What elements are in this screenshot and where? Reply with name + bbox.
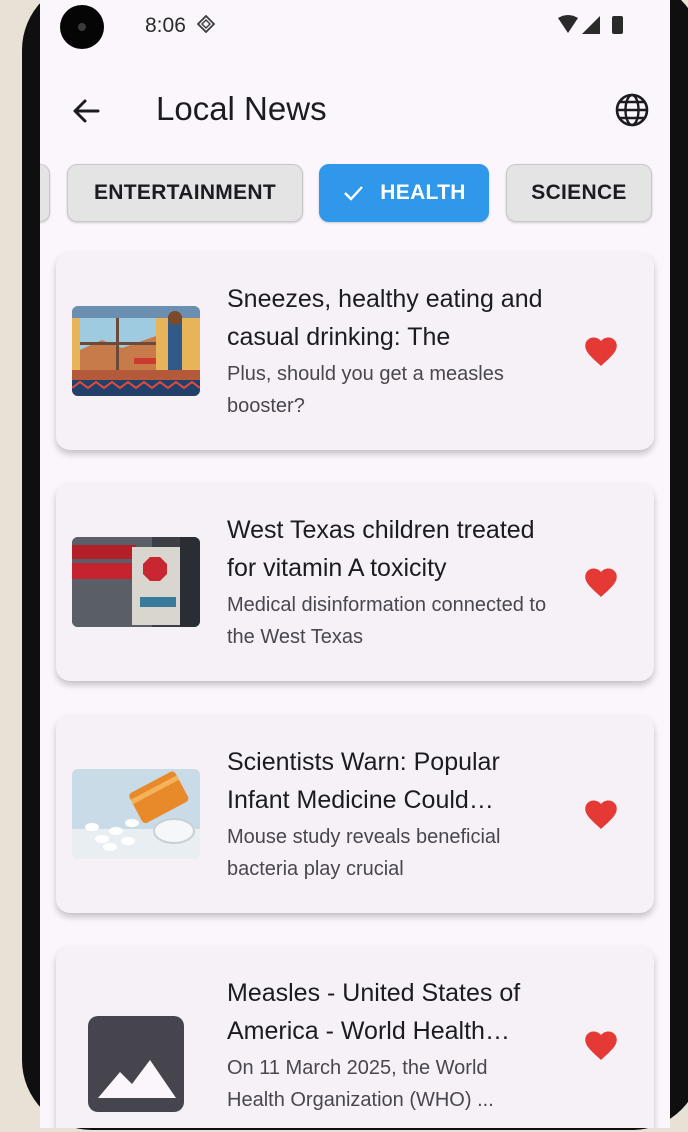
- favorite-heart-icon[interactable]: [583, 565, 619, 599]
- favorite-heart-icon[interactable]: [583, 1028, 619, 1062]
- article-thumbnail: [72, 537, 200, 627]
- chip-label: HEALTH: [380, 181, 466, 204]
- back-arrow-icon[interactable]: [66, 91, 106, 131]
- article-text: Measles - United States of America - Wor…: [227, 974, 547, 1116]
- globe-icon[interactable]: [614, 92, 650, 128]
- article-subtitle: On 11 March 2025, the World Health Organ…: [227, 1057, 494, 1111]
- chip-label: SCIENCE: [531, 181, 627, 204]
- article-card[interactable]: Sneezes, healthy eating and casual drink…: [56, 252, 654, 450]
- article-title: Sneezes, healthy eating and casual drink…: [227, 285, 543, 351]
- article-card[interactable]: Scientists Warn: Popular Infant Medicine…: [56, 715, 654, 913]
- image-placeholder-icon: [88, 1016, 184, 1112]
- article-subtitle: Plus, should you get a measles booster?: [227, 363, 504, 417]
- wifi-icon: [558, 15, 578, 33]
- battery-icon: [612, 16, 623, 34]
- article-thumbnail: [72, 306, 200, 396]
- article-title: Measles - United States of America - Wor…: [227, 979, 521, 1045]
- status-bar: 8:06: [40, 0, 670, 52]
- category-chips: ENTERTAINMENT HEALTH SCIENCE: [40, 164, 670, 226]
- article-card[interactable]: West Texas children treated for vitamin …: [56, 483, 654, 681]
- chip-health[interactable]: HEALTH: [319, 164, 489, 222]
- article-subtitle: Mouse study reveals beneficial bacteria …: [227, 826, 501, 880]
- chip-entertainment[interactable]: ENTERTAINMENT: [67, 164, 303, 222]
- check-icon: [344, 186, 364, 201]
- camera-cutout: [60, 5, 104, 49]
- chip-science[interactable]: SCIENCE: [506, 164, 652, 222]
- sync-diamond-icon: [197, 15, 215, 33]
- article-text: Sneezes, healthy eating and casual drink…: [227, 280, 547, 422]
- article-text: West Texas children treated for vitamin …: [227, 511, 547, 653]
- article-card[interactable]: Measles - United States of America - Wor…: [56, 946, 654, 1128]
- favorite-heart-icon[interactable]: [583, 797, 619, 831]
- chip-label: ENTERTAINMENT: [94, 181, 276, 204]
- status-time: 8:06: [145, 14, 186, 37]
- app-screen: 8:06 Local News ENTERTAINMENT HEALTH SCI…: [40, 0, 670, 1128]
- favorite-heart-icon[interactable]: [583, 334, 619, 368]
- app-bar: Local News: [40, 70, 670, 150]
- signal-icon: [582, 16, 600, 34]
- chip-previous-category[interactable]: [40, 164, 50, 222]
- article-text: Scientists Warn: Popular Infant Medicine…: [227, 743, 547, 885]
- page-title: Local News: [156, 90, 327, 127]
- article-title: West Texas children treated for vitamin …: [227, 516, 535, 582]
- article-thumbnail: [72, 769, 200, 859]
- article-title: Scientists Warn: Popular Infant Medicine…: [227, 748, 500, 814]
- article-subtitle: Medical disinformation connected to the …: [227, 594, 547, 648]
- system-status-icons: [558, 15, 623, 34]
